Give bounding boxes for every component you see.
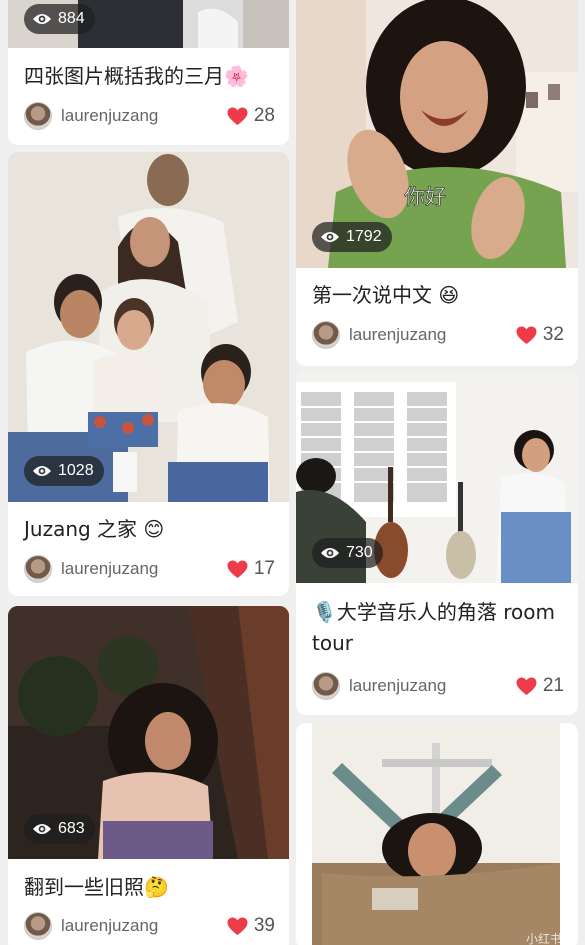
- post-card-3[interactable]: 683 翻到一些旧照🤔 laurenjuzang 39: [8, 606, 289, 945]
- post-image-4[interactable]: 你好 1792: [296, 0, 578, 268]
- post-card-6[interactable]: 小红书: [296, 723, 578, 945]
- view-count-badge: 683: [24, 814, 95, 844]
- eye-icon: [321, 232, 339, 242]
- author-name[interactable]: laurenjuzang: [349, 325, 446, 345]
- view-count: 884: [58, 10, 85, 27]
- like-button[interactable]: 21: [516, 675, 564, 697]
- post-meta: laurenjuzang 17: [24, 555, 275, 583]
- eye-icon: [33, 824, 51, 834]
- avatar[interactable]: [312, 672, 340, 700]
- like-button[interactable]: 32: [516, 324, 564, 346]
- avatar[interactable]: [24, 555, 52, 583]
- author-name[interactable]: laurenjuzang: [349, 676, 446, 696]
- view-count-badge: 730: [312, 538, 383, 568]
- like-count: 28: [253, 105, 275, 126]
- post-meta: laurenjuzang 39: [24, 912, 275, 940]
- heart-icon[interactable]: [227, 560, 248, 579]
- like-count: 39: [253, 915, 275, 936]
- like-count: 17: [253, 558, 275, 579]
- post-meta: laurenjuzang 21: [312, 672, 564, 700]
- post-title[interactable]: 翻到一些旧照🤔: [24, 872, 275, 903]
- view-count: 683: [58, 820, 85, 837]
- like-button[interactable]: 17: [227, 558, 275, 580]
- post-image-6[interactable]: 小红书: [312, 723, 560, 945]
- author-name[interactable]: laurenjuzang: [61, 106, 158, 126]
- eye-icon: [33, 14, 51, 24]
- image-overlay-text: 你好: [404, 185, 446, 209]
- like-button[interactable]: 28: [227, 105, 275, 127]
- post-title[interactable]: 四张图片概括我的三月🌸: [24, 61, 275, 92]
- heart-icon[interactable]: [227, 917, 248, 936]
- author-name[interactable]: laurenjuzang: [61, 916, 158, 936]
- watermark: 小红书: [526, 931, 560, 945]
- post-card-1[interactable]: 884 四张图片概括我的三月🌸 laurenjuzang 28: [8, 0, 289, 145]
- post-card-4[interactable]: 你好 1792 第一次说中文 😆 laurenjuzang 32: [296, 0, 578, 366]
- like-button[interactable]: 39: [227, 915, 275, 937]
- eye-icon: [321, 548, 339, 558]
- like-count: 21: [542, 675, 564, 696]
- post-card-5[interactable]: 730 🎙️大学音乐人的角落 room tour laurenjuzang 21: [296, 372, 578, 715]
- view-count: 1792: [346, 228, 382, 245]
- view-count-badge: 1028: [24, 456, 104, 486]
- heart-icon[interactable]: [516, 326, 537, 345]
- eye-icon: [33, 466, 51, 476]
- view-count: 1028: [58, 462, 94, 479]
- view-count-badge: 884: [24, 4, 95, 34]
- post-title[interactable]: 🎙️大学音乐人的角落 room tour: [312, 597, 564, 659]
- avatar[interactable]: [312, 321, 340, 349]
- author-name[interactable]: laurenjuzang: [61, 559, 158, 579]
- heart-icon[interactable]: [227, 107, 248, 126]
- post-image-5[interactable]: 730: [296, 372, 578, 583]
- view-count-badge: 1792: [312, 222, 392, 252]
- feed-page: 884 四张图片概括我的三月🌸 laurenjuzang 28 1028 Juz…: [0, 0, 585, 945]
- post-image-3[interactable]: 683: [8, 606, 289, 859]
- post-meta: laurenjuzang 32: [312, 321, 564, 349]
- avatar[interactable]: [24, 912, 52, 940]
- post-title[interactable]: Juzang 之家 😊: [24, 514, 275, 545]
- post-meta: laurenjuzang 28: [24, 102, 275, 130]
- post-image-1[interactable]: 884: [8, 0, 289, 48]
- heart-icon[interactable]: [516, 677, 537, 696]
- view-count: 730: [346, 544, 373, 561]
- post-image-2[interactable]: 1028: [8, 152, 289, 502]
- post-title[interactable]: 第一次说中文 😆: [312, 280, 564, 311]
- avatar[interactable]: [24, 102, 52, 130]
- post-card-2[interactable]: 1028 Juzang 之家 😊 laurenjuzang 17: [8, 152, 289, 596]
- like-count: 32: [542, 324, 564, 345]
